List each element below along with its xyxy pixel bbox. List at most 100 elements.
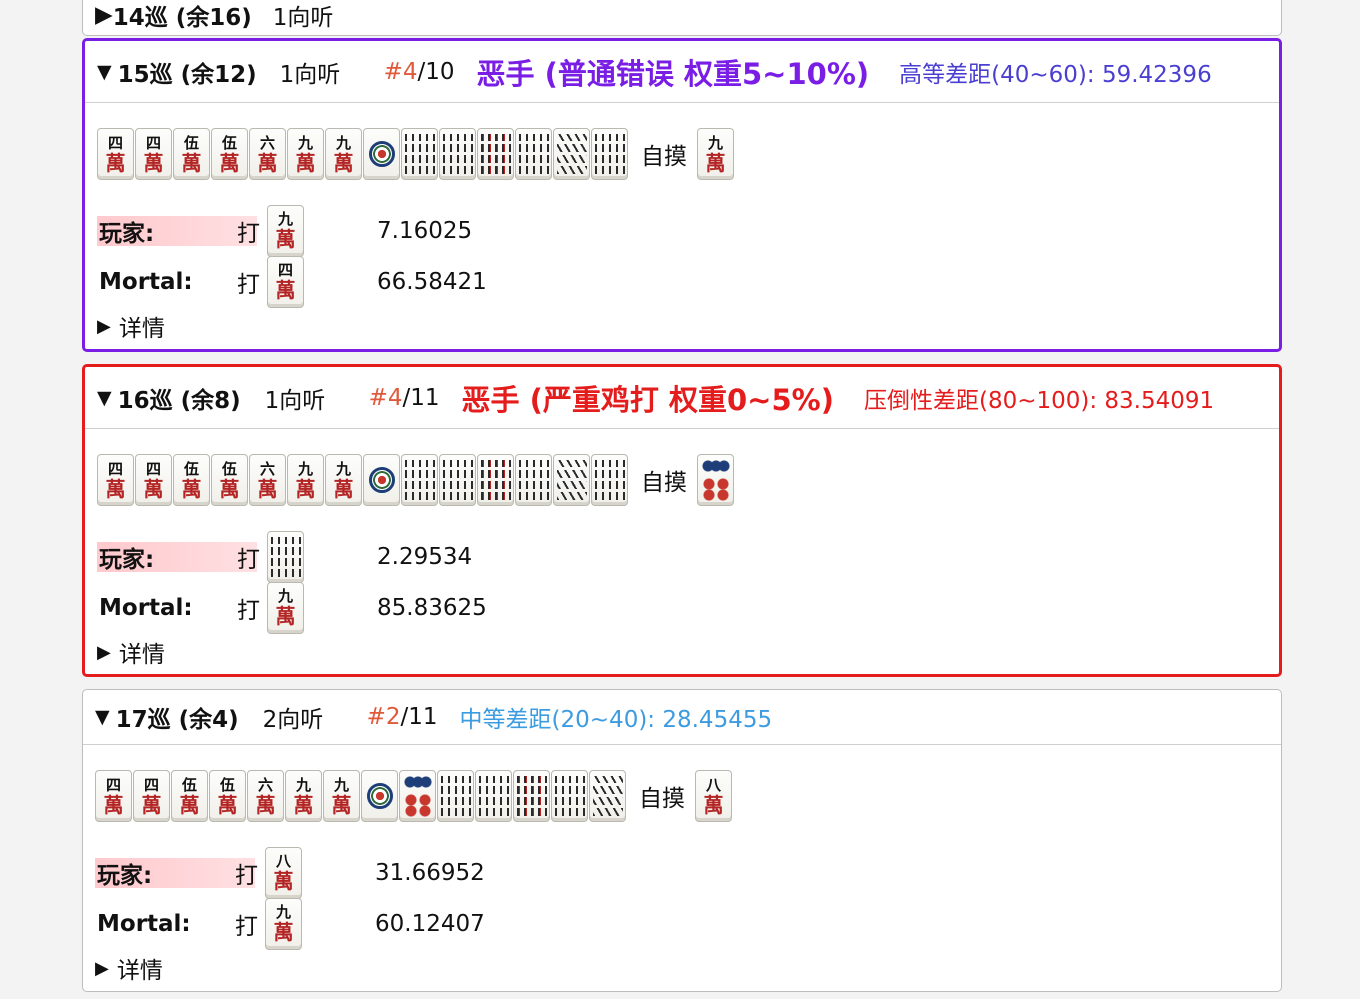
bad-move-tag: 恶手 (严重鸡打 权重0~5%) [461, 382, 834, 417]
mahjong-tile-2s [437, 770, 474, 822]
mortal-ev: 85.83625 [377, 594, 487, 621]
mahjong-tile-3s [513, 770, 550, 822]
mahjong-tile-6m: 六萬 [249, 128, 286, 180]
tsumo-label: 自摸 [639, 786, 685, 812]
mahjong-tile-6s [515, 454, 552, 506]
rank-label: #4/11 [369, 385, 440, 411]
mahjong-tile-4m: 四萬 [97, 128, 134, 180]
mahjong-tile-7s [589, 770, 626, 822]
mahjong-tile-4m: 四萬 [95, 770, 132, 822]
rank-number: #2 [366, 704, 401, 730]
collapse-triangle-icon: ▼ [97, 386, 112, 409]
mahjong-tile-8m: 八萬 [265, 846, 302, 899]
details-toggle[interactable]: ▶ 详情 [85, 307, 1279, 345]
turn-label: 14巡 (余16) [112, 4, 252, 31]
round-summary[interactable]: ▼ 15巡 (余12) 1向听 #4/10 恶手 (普通错误 权重5~10%) … [85, 41, 1279, 103]
mortal-discard-tile: 九萬 [267, 581, 305, 634]
mahjong-tile-8s [591, 454, 628, 506]
collapse-triangle-icon: ▼ [97, 60, 112, 83]
mahjong-tile-2s [475, 770, 512, 822]
mahjong-tile-6s [551, 770, 588, 822]
player-discard-tile [267, 530, 305, 583]
mortal-ev: 66.58421 [377, 268, 487, 295]
player-ev: 31.66952 [375, 859, 485, 886]
player-discard-tile: 九萬 [267, 204, 305, 257]
player-action: 玩家: 打 九萬 7.16025 [85, 204, 1279, 257]
rank-total: /11 [400, 704, 438, 730]
mahjong-tile-4m: 四萬 [135, 454, 172, 506]
mahjong-tile-2s [439, 128, 476, 180]
mahjong-tile-7s [553, 128, 590, 180]
discard-label: 打 [235, 862, 258, 889]
expand-triangle-icon: ▶ [97, 641, 111, 663]
expand-triangle-icon: ▶ [95, 957, 109, 979]
mahjong-tile-6s [515, 128, 552, 180]
mahjong-tile-9m: 九萬 [287, 454, 324, 506]
player-action: 玩家: 打 八萬 31.66952 [83, 846, 1281, 899]
mahjong-tile-3s [477, 128, 514, 180]
gap-label: 高等差距(40~60): 59.42396 [899, 61, 1212, 88]
turn-label: 16巡 (余8) [117, 387, 241, 414]
mortal-action: Mortal: 打 九萬 85.83625 [85, 581, 1279, 634]
mahjong-tile-2s [439, 454, 476, 506]
mahjong-tile-6m: 六萬 [247, 770, 284, 822]
shanten-label: 1向听 [264, 387, 326, 414]
mahjong-tile-4m: 四萬 [267, 255, 304, 308]
player-ev: 2.29534 [377, 543, 473, 570]
mortal-action: Mortal: 打 九萬 60.12407 [83, 897, 1281, 950]
round-16: ▼ 16巡 (余8) 1向听 #4/11 恶手 (严重鸡打 权重0~5%) 压倒… [82, 364, 1282, 677]
gap-label: 压倒性差距(80~100): 83.54091 [863, 387, 1215, 414]
mortal-ev: 60.12407 [375, 910, 485, 937]
turn-label: 17巡 (余4) [115, 707, 239, 733]
expand-triangle-icon: ▶ [97, 315, 111, 337]
mahjong-tile-8s [267, 530, 304, 583]
mahjong-tile-1p [363, 128, 400, 180]
rank-label: #4/10 [384, 59, 455, 85]
player-label: 玩家: [95, 857, 255, 889]
tsumo-label: 自摸 [641, 144, 687, 170]
discard-label: 打 [235, 913, 258, 940]
rank-label: #2/11 [367, 704, 438, 730]
shanten-label: 1向听 [272, 4, 334, 31]
drawn-tile [697, 454, 734, 506]
details-toggle[interactable]: ▶ 详情 [85, 633, 1279, 671]
mahjong-tile-4m: 四萬 [133, 770, 170, 822]
mahjong-tile-9m: 九萬 [267, 581, 304, 634]
mortal-action: Mortal: 打 四萬 66.58421 [85, 255, 1279, 308]
mahjong-tile-4m: 四萬 [97, 454, 134, 506]
round-summary[interactable]: ▼ 16巡 (余8) 1向听 #4/11 恶手 (严重鸡打 权重0~5%) 压倒… [85, 367, 1279, 429]
mahjong-tile-5m: 伍萬 [209, 770, 246, 822]
round-15: ▼ 15巡 (余12) 1向听 #4/10 恶手 (普通错误 权重5~10%) … [82, 38, 1282, 352]
round-17: ▼ 17巡 (余4) 2向听 #2/11 中等差距(20~40): 28.454… [82, 689, 1282, 992]
player-ev: 7.16025 [377, 217, 473, 244]
mortal-discard-tile: 九萬 [265, 897, 303, 950]
round-summary[interactable]: ▼ 17巡 (余4) 2向听 #2/11 中等差距(20~40): 28.454… [83, 690, 1281, 745]
mahjong-tile-5m: 伍萬 [171, 770, 208, 822]
player-discard-tile: 八萬 [265, 846, 303, 899]
gap-label: 中等差距(20~40): 28.45455 [459, 707, 773, 733]
bad-move-tag: 恶手 (普通错误 权重5~10%) [476, 56, 870, 91]
mortal-label: Mortal: [99, 594, 193, 621]
discard-label: 打 [237, 597, 260, 624]
hand-row: 四萬四萬伍萬伍萬六萬九萬九萬自摸 [85, 429, 1279, 531]
mahjong-tile-9m: 九萬 [285, 770, 322, 822]
mahjong-tile-9m: 九萬 [265, 897, 302, 950]
mortal-discard-tile: 四萬 [267, 255, 305, 308]
mahjong-tile-9m: 九萬 [323, 770, 360, 822]
mortal-label: Mortal: [97, 910, 191, 937]
details-toggle[interactable]: ▶ 详情 [83, 949, 1281, 987]
discard-label: 打 [237, 271, 260, 298]
details-label: 详情 [116, 958, 163, 984]
mahjong-tile-2s [401, 128, 438, 180]
details-label: 详情 [118, 642, 165, 668]
mahjong-tile-8s [591, 128, 628, 180]
collapse-triangle-icon: ▼ [95, 706, 110, 728]
shanten-label: 1向听 [279, 61, 341, 88]
turn-label: 15巡 (余12) [117, 61, 257, 88]
shanten-label: 2向听 [262, 707, 324, 733]
mahjong-tile-6m: 六萬 [249, 454, 286, 506]
mahjong-tile-2s [401, 454, 438, 506]
drawn-tile: 八萬 [695, 770, 732, 822]
details-label: 详情 [118, 316, 165, 342]
previous-round-collapsed[interactable]: ▶ 14巡 (余16) 1向听 [82, 0, 1282, 36]
